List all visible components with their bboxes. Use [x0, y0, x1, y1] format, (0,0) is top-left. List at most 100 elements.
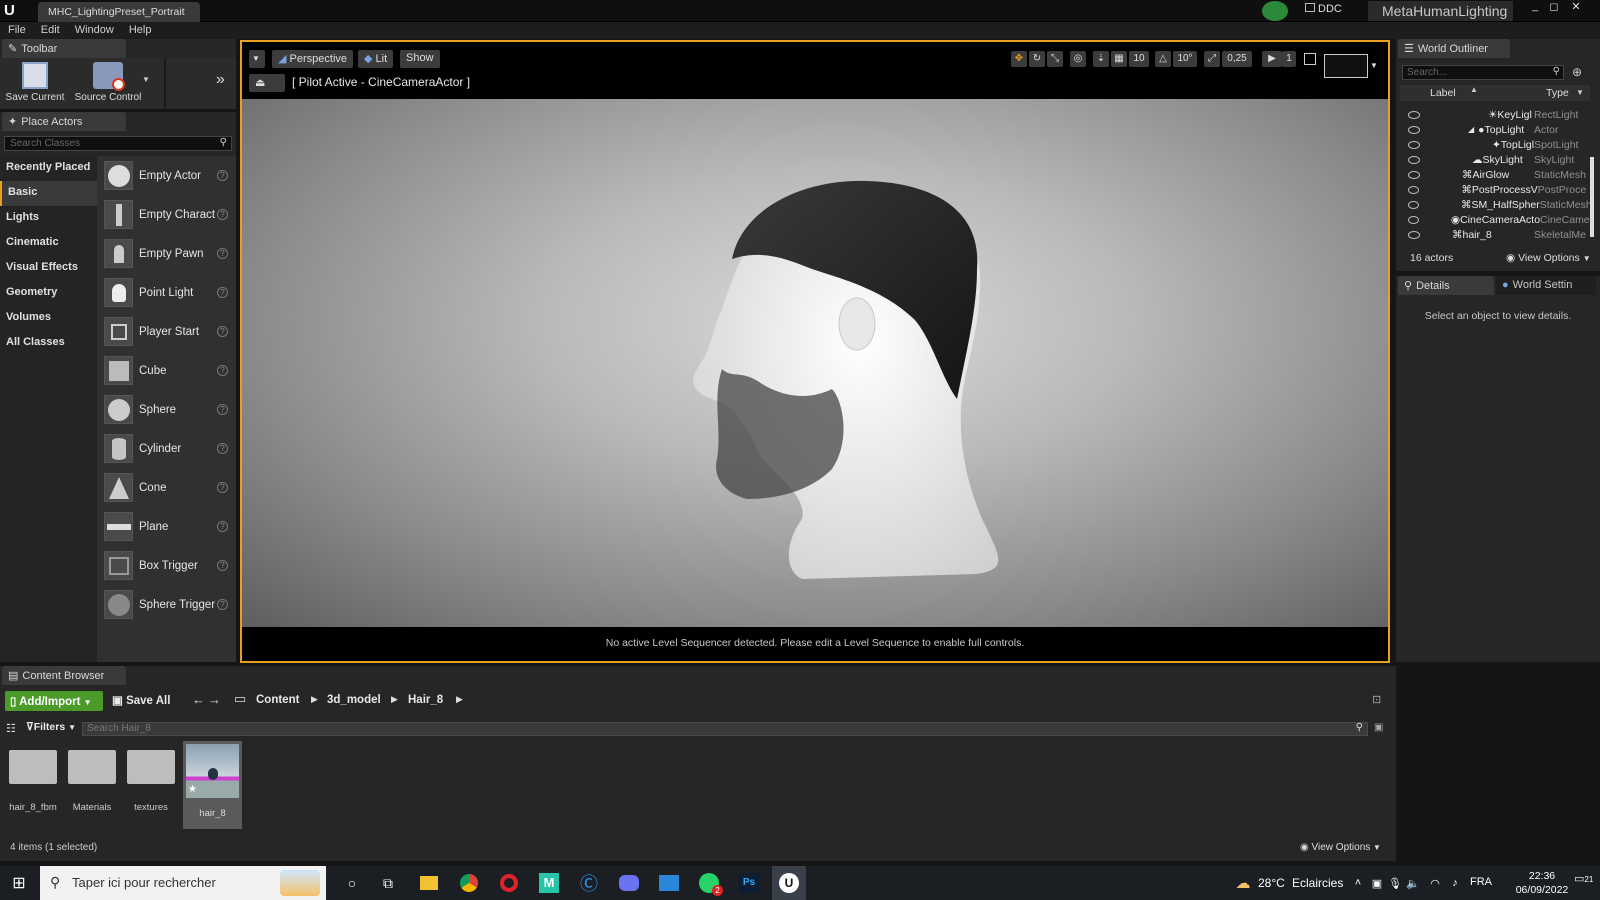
chevron-down-icon[interactable]: ▼ [1576, 88, 1584, 97]
weather-text[interactable]: Eclaircies [1292, 876, 1343, 890]
actor-point-light[interactable]: Point Light? [97, 273, 236, 312]
world-settings-tab[interactable]: ● World Settin [1496, 276, 1596, 295]
menu-file[interactable]: File [0, 22, 33, 36]
expand-toolbar-icon[interactable]: » [216, 71, 232, 91]
actor-sphere-trigger[interactable]: Sphere Trigger? [97, 585, 236, 624]
asset-folder-hair-8-fbm[interactable]: hair_8_fbm [4, 742, 62, 830]
tree-row[interactable]: ✦ TopLigl SpotLight [1400, 137, 1590, 152]
layout-dropdown-icon[interactable]: ▼ [1370, 61, 1378, 70]
category-lights[interactable]: Lights [0, 206, 97, 231]
microphone-icon[interactable]: 🎙 [1386, 866, 1404, 900]
actor-box-trigger[interactable]: Box Trigger? [97, 546, 236, 585]
rotation-snap-value[interactable]: 10° [1173, 51, 1197, 67]
visibility-eye-icon[interactable] [1408, 230, 1420, 239]
visibility-eye-icon[interactable] [1408, 170, 1420, 179]
breadcrumb-separator-icon[interactable]: ▶ [311, 694, 318, 705]
help-icon[interactable]: ? [217, 404, 228, 415]
category-volumes[interactable]: Volumes [0, 306, 97, 331]
photoshop-icon[interactable]: Ps [732, 866, 766, 900]
tree-row[interactable]: ☁ SkyLight SkyLight [1400, 152, 1590, 167]
category-visual-effects[interactable]: Visual Effects [0, 256, 97, 281]
perspective-button[interactable]: ◢ Perspective [272, 50, 354, 68]
breadcrumb-3d-model[interactable]: 3d_model [327, 694, 381, 706]
windows-start-icon[interactable]: ⊞ [0, 866, 38, 900]
volume-icon[interactable]: 🔈 [1404, 866, 1422, 900]
help-icon[interactable]: ? [217, 443, 228, 454]
actor-empty-character[interactable]: Empty Charact? [97, 195, 236, 234]
category-all-classes[interactable]: All Classes [0, 331, 97, 356]
save-search-icon[interactable]: ▣ [1374, 722, 1383, 733]
tree-row[interactable]: ◢ ● TopLight Actor [1400, 122, 1590, 137]
asset-skeletal-mesh-hair-8[interactable]: ★ hair_8 [183, 741, 242, 829]
forward-arrow-icon[interactable]: → [208, 692, 221, 707]
chevron-up-icon[interactable]: ˄ [1350, 866, 1366, 900]
notifications-button[interactable]: ▭21 [1574, 872, 1598, 885]
toolbar-tab[interactable]: ✎ Toolbar [2, 39, 126, 58]
visibility-eye-icon[interactable] [1408, 185, 1420, 194]
rotation-snap-icon[interactable]: △ [1155, 51, 1171, 67]
column-type[interactable]: Type [1546, 87, 1569, 99]
task-view-icon[interactable]: ⧉ [372, 866, 404, 900]
visibility-eye-icon[interactable] [1408, 155, 1420, 164]
cortana-icon[interactable]: ○ [336, 866, 368, 900]
scale-snap-icon[interactable]: ⤢ [1204, 51, 1220, 67]
actor-empty-pawn[interactable]: Empty Pawn? [97, 234, 236, 273]
level-viewport[interactable]: ▼ ◢ Perspective ◆ Lit Show ⏏ [ Pilot Act… [240, 40, 1390, 663]
category-geometry[interactable]: Geometry [0, 281, 97, 306]
unreal-engine-taskbar-icon[interactable]: U [772, 866, 806, 900]
camera-speed-value[interactable]: 1 [1282, 51, 1296, 67]
surface-snap-icon[interactable]: ⇣ [1093, 51, 1109, 67]
help-icon[interactable]: ? [217, 482, 228, 493]
category-cinematic[interactable]: Cinematic [0, 231, 97, 256]
world-local-icon[interactable]: ◎ [1070, 51, 1086, 67]
filters-button[interactable]: ⊽Filters ▼ [26, 721, 76, 733]
place-actors-tab[interactable]: ✦ Place Actors [2, 112, 126, 131]
help-icon[interactable]: ? [217, 209, 228, 220]
details-tab[interactable]: ⚲ Details [1398, 276, 1494, 295]
breadcrumb-hair-8[interactable]: Hair_8 [408, 694, 443, 706]
show-button[interactable]: Show [400, 50, 440, 68]
visibility-eye-icon[interactable] [1408, 125, 1420, 134]
visibility-eye-icon[interactable] [1408, 110, 1420, 119]
add-filter-icon[interactable]: ⊕ [1572, 65, 1582, 79]
weather-icon[interactable]: ☁ [1232, 866, 1254, 900]
scale-tool-icon[interactable]: ⤡ [1047, 51, 1063, 67]
eject-pilot-button[interactable]: ⏏ [249, 74, 285, 92]
world-outliner-tab[interactable]: ☰ World Outliner [1398, 39, 1510, 58]
tree-row[interactable]: ⌘ PostProcessV PostProce [1400, 182, 1590, 197]
actor-cylinder[interactable]: Cylinder? [97, 429, 236, 468]
lock-icon[interactable]: ⊡ [1372, 693, 1381, 706]
tree-row[interactable]: ⌘ SM_HalfSpher StaticMesh [1400, 197, 1590, 212]
category-recently-placed[interactable]: Recently Placed [0, 156, 97, 181]
speaker-icon[interactable]: ♪ [1446, 866, 1464, 900]
tree-row[interactable]: ☀ KeyLigl RectLight [1400, 107, 1590, 122]
search-classes-input[interactable]: Search Classes ⚲ [4, 136, 232, 151]
outliner-view-options-button[interactable]: ◉ View Options ▼ [1506, 252, 1591, 264]
menu-help[interactable]: Help [121, 22, 159, 36]
close-window-icon[interactable]: ✕ [1565, 0, 1587, 16]
sources-toggle-icon[interactable]: ☷ [6, 722, 16, 735]
taskbar-search-box[interactable]: ⚲ Taper ici pour rechercher [40, 866, 326, 900]
source-control-status-icon[interactable] [1262, 1, 1288, 21]
help-icon[interactable]: ? [217, 560, 228, 571]
help-icon[interactable]: ? [217, 287, 228, 298]
tree-row[interactable]: ◉ CineCameraActo CineCame [1400, 212, 1590, 227]
save-current-button[interactable]: Save Current [4, 61, 66, 107]
help-icon[interactable]: ? [217, 248, 228, 259]
actor-sphere[interactable]: Sphere? [97, 390, 236, 429]
add-import-button[interactable]: ▯ Add/Import ▼ [5, 691, 103, 711]
actor-cube[interactable]: Cube? [97, 351, 236, 390]
rotate-tool-icon[interactable]: ↻ [1029, 51, 1045, 67]
breadcrumb-separator-icon[interactable]: ▶ [391, 694, 398, 705]
breadcrumb-separator-icon[interactable]: ▶ [456, 694, 463, 705]
photos-icon[interactable] [652, 866, 686, 900]
layout-icon[interactable] [1324, 54, 1368, 78]
camera-speed-icon[interactable]: ▶ [1262, 51, 1282, 67]
column-label[interactable]: Label [1430, 87, 1456, 99]
whatsapp-icon[interactable]: 2 [692, 866, 726, 900]
grid-snap-icon[interactable]: ▦ [1111, 51, 1127, 67]
chrome-icon[interactable] [452, 866, 486, 900]
back-arrow-icon[interactable]: ← [192, 692, 205, 707]
help-icon[interactable]: ? [217, 326, 228, 337]
maximize-icon[interactable]: ◻ [1545, 0, 1563, 16]
